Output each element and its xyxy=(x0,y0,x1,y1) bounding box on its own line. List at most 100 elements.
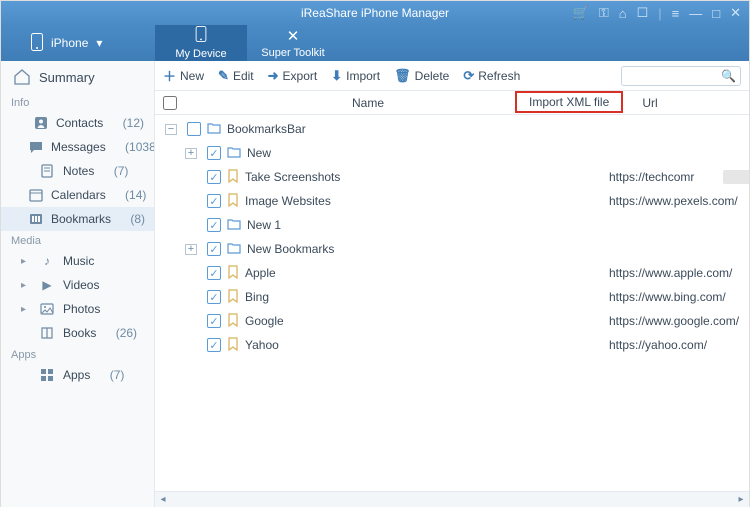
sidebar-item-books[interactable]: Books (26) xyxy=(1,321,154,345)
row-name: New xyxy=(247,146,271,160)
books-icon xyxy=(39,325,55,341)
row-checkbox[interactable]: ✓ xyxy=(207,314,221,328)
tree-row[interactable]: ✓ Image Websites https://www.pexels.com/ xyxy=(155,189,749,213)
menu-icon[interactable]: ≡ xyxy=(672,6,680,21)
tree-row[interactable]: ✓Binghttps://www.bing.com/ xyxy=(155,285,749,309)
phone-icon xyxy=(31,33,43,54)
bookmark-tree: −✓BookmarksBar + ✓ New ✓ Take Screenshots http… xyxy=(155,115,749,491)
chevron-right-icon: ▸ xyxy=(21,280,31,291)
row-checkbox[interactable]: ✓ xyxy=(207,146,221,160)
refresh-button[interactable]: ⟳Refresh xyxy=(463,68,520,84)
sidebar-item-photos[interactable]: ▸ Photos xyxy=(1,297,154,321)
label: Apps xyxy=(63,368,90,382)
search-icon: 🔍 xyxy=(721,69,736,83)
import-dropdown-item[interactable]: Import XML file xyxy=(515,91,623,113)
collapse-icon[interactable]: − xyxy=(165,124,177,135)
calendar-icon xyxy=(29,187,43,203)
search-input[interactable]: 🔍 xyxy=(621,66,741,86)
sidebar-item-videos[interactable]: ▸ ▶ Videos xyxy=(1,273,154,297)
column-name[interactable]: Name xyxy=(185,96,551,110)
notes-icon xyxy=(39,163,55,179)
bookmark-icon xyxy=(227,265,239,282)
row-checkbox[interactable]: ✓ xyxy=(207,242,221,256)
label: Calendars xyxy=(51,188,106,202)
folder-icon xyxy=(227,218,241,233)
sidebar-item-music[interactable]: ▸♪ Music xyxy=(1,249,154,273)
tree-row[interactable]: ✓New 1 xyxy=(155,213,749,237)
music-icon: ♪ xyxy=(39,253,55,269)
scroll-right-icon[interactable]: ▸ xyxy=(733,494,749,505)
tree-row[interactable]: ✓Yahoohttps://yahoo.com/ xyxy=(155,333,749,357)
row-name: Image Websites xyxy=(245,194,331,208)
messages-icon xyxy=(29,139,43,155)
window-controls: 🛒 ⚿ ⌂ ☐ | ≡ — □ ✕ xyxy=(573,5,741,21)
tree-row[interactable]: ✓Applehttps://www.apple.com/ xyxy=(155,261,749,285)
videos-icon: ▶ xyxy=(39,277,55,293)
sidebar-item-notes[interactable]: Notes (7) xyxy=(1,159,154,183)
row-checkbox[interactable]: ✓ xyxy=(207,194,221,208)
label: Contacts xyxy=(56,116,103,130)
device-selector[interactable]: iPhone ▾ xyxy=(1,25,155,61)
row-checkbox[interactable]: ✓ xyxy=(207,218,221,232)
row-checkbox[interactable]: ✓ xyxy=(207,170,221,184)
key-icon[interactable]: ⚿ xyxy=(599,5,609,21)
minimize-icon[interactable]: — xyxy=(689,6,702,21)
sidebar-item-calendars[interactable]: Calendars (14) xyxy=(1,183,154,207)
bookmark-icon xyxy=(227,169,239,186)
count: (26) xyxy=(116,326,137,340)
export-button[interactable]: ➜Export xyxy=(268,68,318,84)
sidebar-summary[interactable]: Summary xyxy=(1,61,154,93)
sidebar-item-apps[interactable]: Apps (7) xyxy=(1,363,154,387)
home-icon[interactable]: ⌂ xyxy=(619,6,627,21)
chevron-down-icon: ▾ xyxy=(96,36,102,50)
content-pane: ＋New ✎Edit ➜Export ⬇Import 🗑Delete ⟳Refr… xyxy=(155,61,749,507)
horizontal-scrollbar[interactable]: ◂ ▸ xyxy=(155,491,749,507)
pencil-icon: ✎ xyxy=(218,68,229,84)
maximize-icon[interactable]: □ xyxy=(712,6,720,21)
tab-super-toolkit[interactable]: ✕ Super Toolkit xyxy=(247,25,339,61)
row-checkbox[interactable]: ✓ xyxy=(187,122,201,136)
row-checkbox[interactable]: ✓ xyxy=(207,290,221,304)
apps-icon xyxy=(39,367,55,383)
import-button[interactable]: ⬇Import xyxy=(331,68,380,84)
scroll-left-icon[interactable]: ◂ xyxy=(155,494,171,505)
folder-icon xyxy=(207,122,221,137)
delete-button[interactable]: 🗑Delete xyxy=(394,68,449,84)
contacts-icon xyxy=(34,115,48,131)
tab-my-device[interactable]: My Device xyxy=(155,25,247,61)
sidebar-item-contacts[interactable]: Contacts (12) xyxy=(1,111,154,135)
label: Photos xyxy=(63,302,100,316)
redacted-text xyxy=(723,170,749,184)
feedback-icon[interactable]: ☐ xyxy=(637,5,649,21)
cart-icon[interactable]: 🛒 xyxy=(573,5,589,21)
plus-icon: ＋ xyxy=(163,66,176,85)
sidebar-item-messages[interactable]: Messages (1038) xyxy=(1,135,154,159)
title-bar: iReaShare iPhone Manager 🛒 ⚿ ⌂ ☐ | ≡ — □… xyxy=(1,1,749,25)
tree-row[interactable]: −✓BookmarksBar xyxy=(155,117,749,141)
tree-row[interactable]: + ✓ New Bookmarks xyxy=(155,237,749,261)
photos-icon xyxy=(39,301,55,317)
row-url: https://www.pexels.com/ xyxy=(609,194,738,208)
new-button[interactable]: ＋New xyxy=(163,66,204,85)
label: Messages xyxy=(51,140,106,154)
row-checkbox[interactable]: ✓ xyxy=(207,338,221,352)
label: Videos xyxy=(63,278,99,292)
tree-row[interactable]: ✓Take Screenshotshttps://techcomr xyxy=(155,165,749,189)
row-name: New Bookmarks xyxy=(247,242,334,256)
close-icon[interactable]: ✕ xyxy=(730,5,741,21)
toolbar: ＋New ✎Edit ➜Export ⬇Import 🗑Delete ⟳Refr… xyxy=(155,61,749,91)
row-checkbox[interactable]: ✓ xyxy=(207,266,221,280)
edit-button[interactable]: ✎Edit xyxy=(218,68,254,84)
expand-icon[interactable]: + xyxy=(185,148,197,159)
home-icon xyxy=(13,69,31,85)
select-all-checkbox[interactable] xyxy=(163,96,177,110)
expand-icon[interactable]: + xyxy=(185,244,197,255)
tree-row[interactable]: + ✓ New xyxy=(155,141,749,165)
sidebar: Summary Info Contacts (12) Messages (103… xyxy=(1,61,155,507)
row-name: Take Screenshots xyxy=(245,170,340,184)
sidebar-item-bookmarks[interactable]: Bookmarks (8) xyxy=(1,207,154,231)
summary-label: Summary xyxy=(39,70,95,85)
separator: | xyxy=(658,6,661,21)
count: (7) xyxy=(114,164,129,178)
tree-row[interactable]: ✓Googlehttps://www.google.com/ xyxy=(155,309,749,333)
